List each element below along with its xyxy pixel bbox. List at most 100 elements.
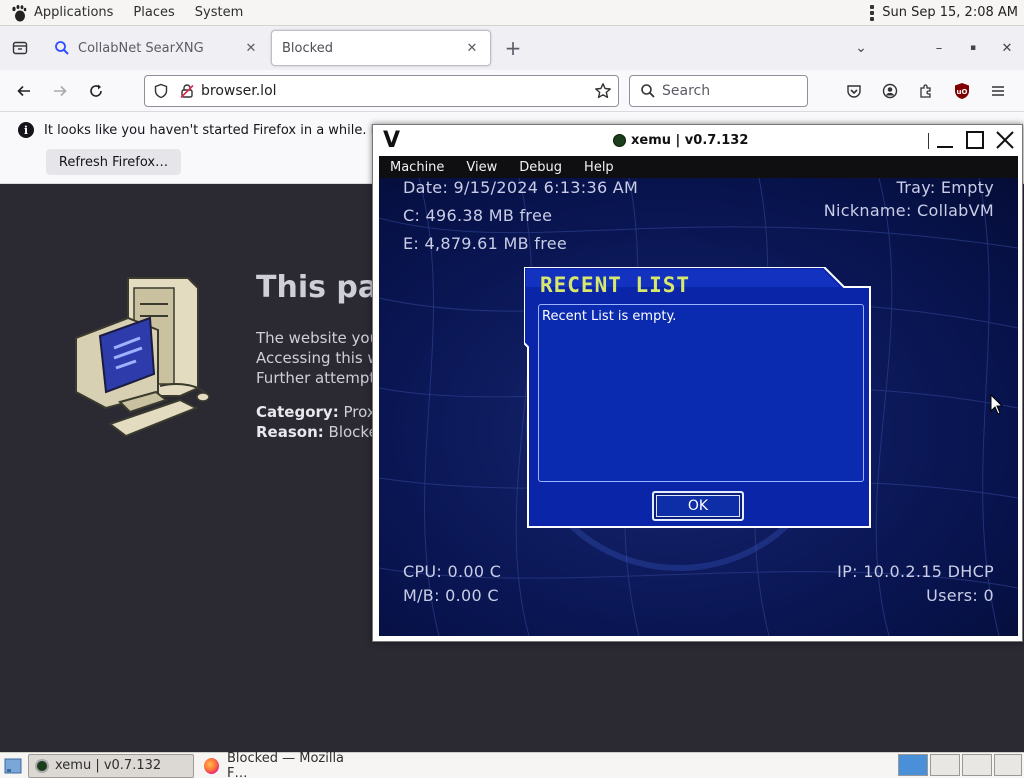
search-placeholder: Search (662, 83, 711, 99)
hud-cpu-temp: CPU: 0.00 C (403, 562, 502, 581)
firefox-icon (204, 757, 220, 774)
workspace-3[interactable] (962, 754, 992, 776)
blocked-meta: Category: Proxy Reason: Blocked (256, 402, 387, 442)
account-button[interactable] (872, 83, 908, 99)
ublock-button[interactable]: uO (944, 82, 980, 100)
notification-message: i It looks like you haven't started Fire… (18, 122, 408, 138)
dialog-body (538, 304, 864, 482)
blocked-page-text: The website you Accessing this w Further… (256, 328, 380, 388)
dialog-title: RECENT LIST (540, 273, 691, 297)
hud-drive-e: E: 4,879.61 MB free (403, 234, 568, 253)
dialog-message: Recent List is empty. (542, 309, 677, 324)
top-panel: Applications Places System Sun Sep 15, 2… (0, 0, 1024, 26)
app-menu-button[interactable] (980, 83, 1016, 99)
pocket-icon (847, 85, 861, 98)
list-all-tabs-icon[interactable]: ⌄ (844, 40, 878, 56)
show-desktop-button[interactable] (2, 755, 24, 777)
taskbar-item-firefox[interactable]: Blocked — Mozilla F… (198, 750, 366, 778)
menu-help[interactable]: Help (573, 160, 625, 175)
workspace-2[interactable] (930, 754, 960, 776)
search-icon (641, 84, 655, 98)
tab-bar: CollabNet SearXNG ✕ Blocked ✕ + ⌄ – ▪ ✕ (0, 26, 1024, 70)
tab-close-icon[interactable]: ✕ (464, 41, 480, 56)
pocket-button[interactable] (836, 83, 872, 99)
insecure-lock-icon[interactable] (179, 83, 195, 99)
menu-machine[interactable]: Machine (379, 160, 455, 175)
url-text[interactable]: browser.lol (201, 83, 594, 99)
new-tab-button[interactable]: + (495, 36, 531, 60)
minimize-window-icon[interactable]: – (922, 41, 956, 56)
window-manager-logo-icon[interactable]: V (383, 128, 400, 153)
back-arrow-icon (17, 85, 30, 96)
search-bar[interactable]: Search (629, 75, 808, 107)
hamburger-menu-icon (992, 86, 1004, 96)
mouse-cursor-icon (990, 394, 1004, 415)
xemu-display[interactable]: Date: 9/15/2024 6:13:36 AM C: 496.38 MB … (379, 178, 1018, 636)
info-icon: i (18, 122, 34, 138)
firefox-view-button[interactable] (0, 26, 40, 70)
xemu-logo-icon (35, 758, 49, 773)
notification-text: It looks like you haven't started Firefo… (44, 122, 409, 138)
hud-nickname: Nickname: CollabVM (823, 201, 994, 220)
back-button[interactable] (6, 75, 42, 107)
applications-label: Applications (34, 5, 114, 20)
bottom-taskbar: xemu | v0.7.132 Blocked — Mozilla F… (0, 750, 1024, 778)
tab-title: Blocked (282, 40, 333, 56)
workspace-1[interactable] (898, 754, 928, 776)
refresh-firefox-button[interactable]: Refresh Firefox… (46, 149, 181, 175)
tab-blocked[interactable]: Blocked ✕ (271, 30, 491, 66)
close-window-icon[interactable]: ✕ (990, 41, 1024, 56)
hud-ip: IP: 10.0.2.15 DHCP (837, 562, 994, 581)
nav-bar: browser.lol Search uO (0, 70, 1024, 112)
svg-text:uO: uO (957, 88, 968, 96)
extensions-button[interactable] (908, 83, 944, 99)
hud-users: Users: 0 (926, 586, 994, 605)
xemu-close-icon[interactable] (990, 127, 1020, 153)
xemu-title-text: xemu | v0.7.132 (631, 133, 749, 148)
hud-mb-temp: M/B: 0.00 C (403, 586, 499, 605)
search-icon (55, 41, 69, 55)
url-bar[interactable]: browser.lol (144, 75, 619, 107)
tracking-shield-icon[interactable] (153, 83, 169, 99)
applications-menu[interactable]: Applications (0, 0, 123, 26)
titlebar-divider (928, 133, 929, 149)
xemu-logo-icon (613, 134, 626, 147)
taskbar-item-label: xemu | v0.7.132 (55, 758, 162, 773)
xemu-menubar: Machine View Debug Help (379, 156, 1018, 178)
reload-icon (90, 84, 102, 97)
gnome-foot-icon (12, 4, 27, 21)
xemu-window[interactable]: V xemu | v0.7.132 Machine View Debug Hel… (372, 124, 1023, 642)
hud-tray: Tray: Empty (896, 178, 994, 197)
hud-date: Date: 9/15/2024 6:13:36 AM (403, 178, 639, 197)
blocked-line-3: Further attempt (256, 369, 376, 387)
forward-arrow-icon (54, 85, 67, 96)
maximize-window-icon[interactable]: ▪ (956, 43, 990, 53)
show-desktop-icon (4, 758, 22, 773)
taskbar-item-label: Blocked — Mozilla F… (227, 750, 345, 778)
computer-illustration-icon (75, 277, 210, 438)
places-menu[interactable]: Places (123, 0, 184, 26)
menu-view[interactable]: View (455, 160, 508, 175)
workspace-4[interactable] (994, 754, 1022, 776)
xemu-titlebar[interactable]: V xemu | v0.7.132 (373, 125, 1022, 156)
reason-label: Reason: (256, 423, 324, 441)
panel-handle-icon (870, 4, 875, 21)
recent-list-dialog: RECENT LIST Recent List is empty. OK (524, 267, 872, 529)
clock[interactable]: Sun Sep 15, 2:08 AM (882, 5, 1018, 20)
bookmark-star-icon[interactable] (594, 82, 612, 100)
tab-collabnet-searxng[interactable]: CollabNet SearXNG ✕ (44, 30, 269, 66)
reload-button[interactable] (78, 75, 114, 107)
taskbar-item-xemu[interactable]: xemu | v0.7.132 (28, 753, 194, 778)
xemu-minimize-icon[interactable] (930, 127, 960, 153)
forward-button[interactable] (42, 75, 78, 107)
tab-title: CollabNet SearXNG (78, 40, 204, 56)
ok-button[interactable]: OK (652, 491, 744, 521)
system-menu[interactable]: System (185, 0, 253, 26)
account-icon (882, 83, 898, 99)
tab-close-icon[interactable]: ✕ (243, 41, 259, 56)
ublock-origin-icon: uO (955, 83, 969, 99)
hud-drive-c: C: 496.38 MB free (403, 206, 553, 225)
xemu-maximize-icon[interactable] (960, 127, 990, 153)
blocked-line-2: Accessing this w (256, 349, 380, 367)
menu-debug[interactable]: Debug (508, 160, 573, 175)
